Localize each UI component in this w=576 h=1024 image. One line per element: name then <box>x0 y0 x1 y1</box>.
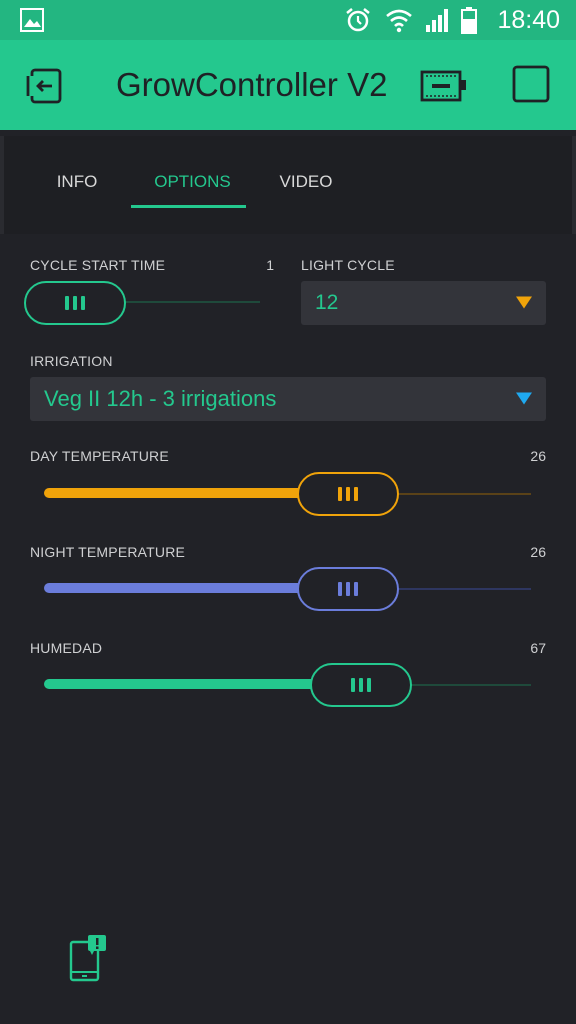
cycle-start-track[interactable] <box>120 301 260 303</box>
device-notification-icon[interactable] <box>68 934 110 984</box>
night-temperature-slider-knob[interactable] <box>297 567 399 611</box>
image-icon <box>20 0 44 40</box>
status-time: 18:40 <box>497 5 560 34</box>
tab-video[interactable]: VIDEO <box>266 164 346 204</box>
night-temperature-value: 26 <box>530 544 546 560</box>
stop-square-icon[interactable] <box>512 65 550 103</box>
day-temperature-slider-knob[interactable] <box>297 472 399 516</box>
page-title: GrowController V2 <box>116 66 388 103</box>
chevron-down-icon <box>516 390 532 409</box>
day-temperature-label: DAY TEMPERATURE <box>30 448 169 464</box>
active-tab-indicator <box>131 205 246 208</box>
alarm-icon <box>344 0 372 40</box>
light-cycle-selected: 12 <box>315 291 339 314</box>
day-temperature-fill <box>44 488 306 498</box>
humidity-label: HUMEDAD <box>30 640 103 656</box>
night-temperature-fill <box>44 583 306 593</box>
cycle-start-label: CYCLE START TIME <box>30 257 166 273</box>
signal-icon <box>424 0 452 40</box>
status-bar: 18:40 <box>0 0 576 40</box>
humidity-value: 67 <box>530 640 546 656</box>
cycle-start-slider-knob[interactable] <box>24 281 126 325</box>
tab-bar: INFO OPTIONS VIDEO <box>0 136 576 234</box>
chevron-down-icon <box>516 294 532 313</box>
light-cycle-dropdown[interactable]: 12 <box>301 281 546 325</box>
device-icon[interactable] <box>420 70 468 102</box>
exit-icon[interactable] <box>24 66 62 104</box>
night-temperature-label: NIGHT TEMPERATURE <box>30 544 186 560</box>
tab-options[interactable]: OPTIONS <box>135 164 250 204</box>
humidity-slider-knob[interactable] <box>310 663 412 707</box>
irrigation-selected: Veg II 12h - 3 irrigations <box>44 386 277 411</box>
tab-info[interactable]: INFO <box>44 164 110 204</box>
light-cycle-label: LIGHT CYCLE <box>301 257 395 273</box>
humidity-fill <box>44 679 320 689</box>
night-temperature-track[interactable] <box>396 588 531 590</box>
wifi-icon <box>384 0 414 40</box>
app-header: GrowController V2 <box>0 40 576 130</box>
irrigation-dropdown[interactable]: Veg II 12h - 3 irrigations <box>30 377 546 421</box>
battery-icon <box>460 0 478 40</box>
humidity-track[interactable] <box>410 684 531 686</box>
day-temperature-track[interactable] <box>396 493 531 495</box>
cycle-start-value: 1 <box>266 257 274 273</box>
day-temperature-value: 26 <box>530 448 546 464</box>
irrigation-label: IRRIGATION <box>30 353 113 369</box>
